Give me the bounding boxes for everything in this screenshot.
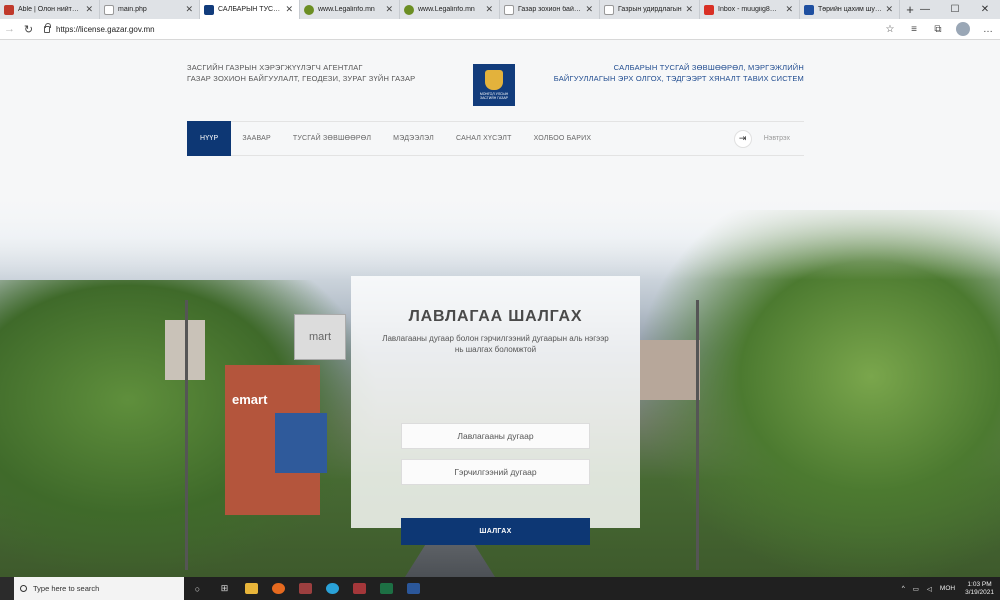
taskbar-search-input[interactable]: Type here to search — [14, 577, 184, 600]
browser-tab[interactable]: Газар зохион байгуул ✕ — [500, 0, 600, 19]
tab-favicon-icon — [104, 4, 114, 15]
tab-close-icon[interactable]: ✕ — [85, 4, 93, 15]
tab-close-icon[interactable]: ✕ — [385, 4, 393, 15]
search-icon — [20, 585, 27, 592]
clock[interactable]: 1:03 PM 3/19/2021 — [965, 581, 994, 597]
soyombo-emblem-icon — [485, 70, 503, 90]
chevron-up-icon[interactable]: ^ — [902, 585, 905, 592]
close-window-icon[interactable]: ✕ — [970, 0, 1000, 19]
cortana-icon[interactable]: ○ — [184, 577, 211, 600]
store-sign-image: mart — [294, 314, 346, 360]
tab-close-icon[interactable]: ✕ — [285, 4, 293, 15]
tab-favicon-icon — [304, 4, 314, 15]
start-button[interactable] — [0, 577, 14, 600]
tab-favicon-icon — [404, 4, 414, 15]
store-sign-image: emart — [232, 392, 268, 407]
page: mart emart ЗАСГИЙН ГАЗРЫН ХЭРЭГЖҮҮЛЭГЧ А… — [0, 40, 1000, 577]
building-image — [640, 340, 700, 400]
browser-tab-strip: Able | Олон нийтийн ✕ main.php ✕ САЛБАРЫН … — [0, 0, 1000, 19]
task-view-icon[interactable]: ⊞ — [211, 577, 238, 600]
nav-item-home[interactable]: НҮҮР — [187, 121, 232, 156]
edge-icon[interactable] — [319, 577, 346, 600]
lock-icon — [44, 22, 51, 33]
card-title: ЛАВЛАГАА ШАЛГАХ — [408, 308, 583, 325]
main-nav: НҮҮР ЗААВАР ТУСГАЙ ЗӨВШӨӨРӨЛ МЭДЭЭЛЭЛ СА… — [187, 121, 804, 156]
card-subtitle: Лавлагааны дугаар болон гэрчилгээний дуг… — [382, 334, 609, 354]
login-icon: ⇥ — [733, 129, 752, 148]
agency-name: ЗАСГИЙН ГАЗРЫН ХЭРЭГЖҮҮЛЭГЧ АГЕНТЛАГ ГАЗ… — [187, 63, 416, 83]
browser-tab-active[interactable]: САЛБАРЫН ТУСГАЙ З✕ — [200, 0, 300, 19]
back-icon[interactable]: → — [0, 19, 19, 40]
tab-favicon-icon — [604, 4, 614, 15]
government-logo[interactable]: МОНГОЛ УЛСЫН ЗАСГИЙН ГАЗАР — [473, 64, 515, 106]
tab-close-icon[interactable]: ✕ — [785, 4, 793, 15]
reference-number-input[interactable]: Лавлагааны дугаар — [401, 423, 590, 449]
browser-tab[interactable]: Able | Олон нийтийн ✕ — [0, 0, 100, 19]
collections-icon[interactable]: ⧉ — [926, 19, 950, 40]
browser-tab[interactable]: Inbox - muugiig8@gm ✕ — [700, 0, 800, 19]
file-explorer-icon[interactable] — [238, 577, 265, 600]
login-link[interactable]: ⇥ Нэвтрэх — [733, 129, 804, 148]
access-icon[interactable] — [346, 577, 373, 600]
favorite-icon[interactable]: ☆ — [878, 19, 902, 40]
tab-favicon-icon — [704, 4, 714, 15]
address-bar: → ↻ https://license.gazar.gov.mn ☆ ≡ ⧉ … — [0, 19, 1000, 40]
language-indicator[interactable]: МОН — [940, 585, 955, 592]
excel-icon[interactable] — [373, 577, 400, 600]
system-tray: ^ ▭ ◁ МОН 1:03 PM 3/19/2021 — [898, 581, 1000, 597]
site-header: ЗАСГИЙН ГАЗРЫН ХЭРЭГЖҮҮЛЭГЧ АГЕНТЛАГ ГАЗ… — [0, 40, 1000, 120]
nav-item-info[interactable]: МЭДЭЭЛЭЛ — [382, 121, 445, 156]
tab-favicon-icon — [804, 4, 814, 15]
tab-close-icon[interactable]: ✕ — [685, 4, 693, 15]
check-button[interactable]: ШАЛГАХ — [401, 518, 590, 545]
app-icon[interactable] — [292, 577, 319, 600]
volume-icon[interactable]: ◁ — [927, 585, 932, 593]
nav-item-licenses[interactable]: ТУСГАЙ ЗӨВШӨӨРӨЛ — [282, 121, 382, 156]
url-input[interactable]: https://license.gazar.gov.mn — [38, 22, 878, 37]
tab-close-icon[interactable]: ✕ — [185, 4, 193, 15]
nav-item-contact[interactable]: ХОЛБОО БАРИХ — [523, 121, 603, 156]
browser-tab[interactable]: www.Legalinfo.mn ✕ — [400, 0, 500, 19]
network-icon[interactable]: ▭ — [913, 585, 919, 593]
reference-check-card: ЛАВЛАГАА ШАЛГАХ Лавлагааны дугаар болон … — [351, 276, 640, 545]
browser-tab[interactable]: www.Legalinfo.mn ✕ — [300, 0, 400, 19]
profile-avatar[interactable] — [956, 22, 970, 36]
word-icon[interactable] — [400, 577, 427, 600]
street-lamp-image — [185, 300, 188, 570]
maximize-icon[interactable]: ☐ — [940, 0, 970, 19]
favorites-bar-icon[interactable]: ≡ — [902, 19, 926, 40]
billboard-image — [275, 413, 327, 473]
tab-favicon-icon — [4, 4, 14, 15]
tab-close-icon[interactable]: ✕ — [885, 4, 893, 15]
browser-tab[interactable]: main.php ✕ — [100, 0, 200, 19]
browser-tab[interactable]: Төрийн цахим шууда ✕ — [800, 0, 900, 19]
tab-close-icon[interactable]: ✕ — [485, 4, 493, 15]
browser-tab[interactable]: Газрын удирдлагын ✕ — [600, 0, 700, 19]
taskbar: Type here to search ○ ⊞ ^ ▭ ◁ МОН 1:03 P… — [0, 577, 1000, 600]
nav-item-feedback[interactable]: САНАЛ ХҮСЭЛТ — [445, 121, 523, 156]
certificate-number-input[interactable]: Гэрчилгээний дугаар — [401, 459, 590, 485]
firefox-icon[interactable] — [265, 577, 292, 600]
tab-close-icon[interactable]: ✕ — [585, 4, 593, 15]
tab-favicon-icon — [504, 4, 514, 15]
tab-favicon-icon — [204, 4, 214, 15]
more-icon[interactable]: … — [976, 19, 1000, 40]
system-name: САЛБАРЫН ТУСГАЙ ЗӨВШӨӨРӨЛ, МЭРГЭЖЛИЙН БА… — [553, 63, 804, 83]
refresh-icon[interactable]: ↻ — [19, 19, 38, 40]
minimize-icon[interactable]: — — [910, 0, 940, 19]
street-lamp-image — [696, 300, 699, 570]
nav-item-guide[interactable]: ЗААВАР — [231, 121, 282, 156]
